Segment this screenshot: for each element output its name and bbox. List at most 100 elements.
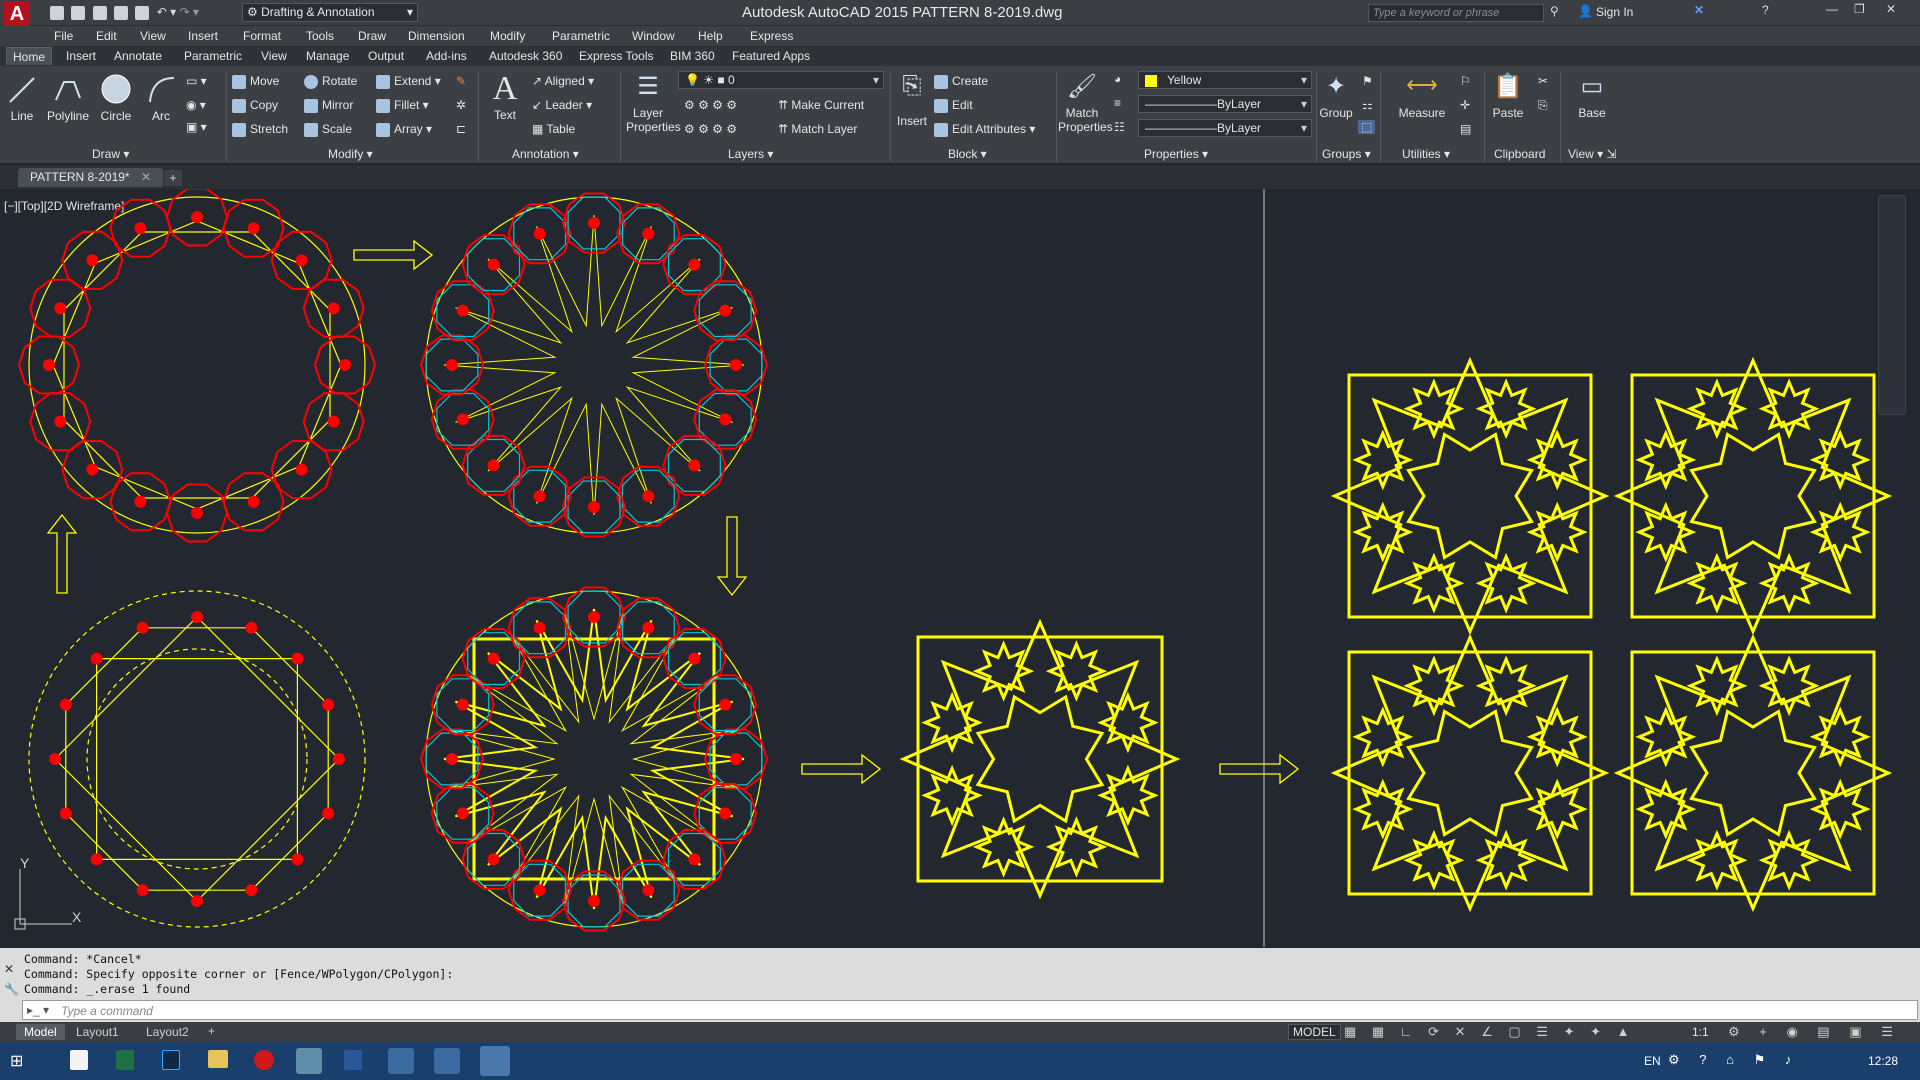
arc-button[interactable]: Arc (146, 72, 176, 123)
user-icon[interactable]: 👤 (1578, 4, 1593, 18)
new-tab-button[interactable]: + (164, 170, 182, 186)
calculator-icon[interactable]: ▤ (1460, 122, 1471, 136)
array-button[interactable]: Array ▾ (376, 122, 432, 137)
make-current-button[interactable]: ⇈ Make Current (778, 98, 864, 112)
region-icon[interactable]: ▣ ▾ (186, 120, 207, 134)
chrome-icon[interactable] (388, 1048, 414, 1074)
lineweight-dropdown[interactable]: ——————ByLayer (1138, 95, 1312, 113)
menu-modify[interactable]: Modify (490, 29, 525, 43)
view-panel-label[interactable]: View ▾ ⇲ (1568, 147, 1617, 161)
table-button[interactable]: ▦ Table (532, 122, 575, 136)
circle-button[interactable]: Circle (98, 72, 134, 123)
layer-properties-button[interactable]: ☰ Layer Properties (626, 72, 681, 134)
menu-parametric[interactable]: Parametric (552, 29, 610, 43)
ungroup-icon[interactable]: ⚑ (1362, 74, 1373, 88)
group-edit-icon[interactable]: ⚏ (1362, 98, 1373, 112)
annotation-scale[interactable]: 1:1 (1692, 1025, 1709, 1039)
mirror-button[interactable]: Mirror (304, 98, 353, 113)
status-toggles[interactable]: ▦ ▦ ∟ ⟳ ✕ ∠ ▢ ☰ ✦ ✦ ▲ (1344, 1024, 1635, 1040)
layer-dropdown[interactable]: 💡 ☀ ■ 0 (678, 71, 884, 89)
edit-block-button[interactable]: Edit (934, 98, 973, 113)
folder-icon[interactable] (208, 1050, 228, 1068)
undo-icon[interactable]: ↶ ▾ (157, 5, 176, 19)
groups-panel-label[interactable]: Groups ▾ (1322, 147, 1371, 161)
menu-tools[interactable]: Tools (306, 29, 334, 43)
menu-draw[interactable]: Draw (358, 29, 386, 43)
language-indicator[interactable]: EN (1644, 1054, 1661, 1068)
navigation-bar[interactable] (1878, 195, 1906, 415)
excel-icon[interactable] (116, 1050, 134, 1070)
tab-express-tools[interactable]: Express Tools (579, 49, 653, 63)
move-button[interactable]: Move (232, 74, 279, 89)
measure-button[interactable]: ⟷ Measure (1392, 72, 1452, 120)
erase-icon[interactable]: ✎ (456, 74, 466, 88)
insert-block-button[interactable]: ⎘ Insert (894, 72, 930, 128)
cut-icon[interactable]: ✂ (1538, 74, 1548, 88)
extend-button[interactable]: Extend ▾ (376, 74, 441, 89)
tray-icons[interactable]: ⚙ ? ⌂ ⚑ ♪ (1668, 1052, 1799, 1068)
quick-select-icon[interactable]: ⚐ (1460, 74, 1471, 88)
file-explorer-icon[interactable] (70, 1050, 88, 1070)
polyline-button[interactable]: Polyline (44, 72, 92, 123)
edit-attributes-button[interactable]: Edit Attributes ▾ (934, 122, 1035, 137)
command-input[interactable]: ▸_ ▾ Type a command (22, 1000, 1918, 1020)
menu-window[interactable]: Window (632, 29, 675, 43)
command-settings-icon[interactable]: 🔧 (4, 982, 19, 996)
tab-bim360[interactable]: BIM 360 (670, 49, 715, 63)
sketchup-icon[interactable] (296, 1048, 322, 1074)
offset-icon[interactable]: ⊏ (456, 122, 466, 136)
menu-express[interactable]: Express (750, 29, 793, 43)
linetype-dropdown[interactable]: ——————ByLayer (1138, 119, 1312, 137)
layer-tools-row2[interactable]: ⚙ ⚙ ⚙ ⚙ (684, 122, 737, 136)
block-panel-label[interactable]: Block ▾ (948, 147, 987, 161)
menu-format[interactable]: Format (243, 29, 281, 43)
tab-manage[interactable]: Manage (306, 49, 349, 63)
scale-button[interactable]: Scale (304, 122, 352, 137)
add-layout-icon[interactable]: + (208, 1024, 215, 1038)
saveas-icon[interactable] (114, 5, 129, 20)
sign-in-button[interactable]: Sign In (1596, 5, 1633, 19)
layer-tools-row1[interactable]: ⚙ ⚙ ⚙ ⚙ (684, 98, 737, 112)
menu-help[interactable]: Help (698, 29, 723, 43)
command-close-icon[interactable]: ✕ (4, 962, 14, 976)
utilities-panel-label[interactable]: Utilities ▾ (1402, 147, 1450, 161)
drawing-canvas[interactable]: [−][Top][2D Wireframe] Y X (0, 189, 1920, 947)
aligned-button[interactable]: ↗ Aligned ▾ (532, 74, 594, 88)
paste-button[interactable]: 📋 Paste (1490, 72, 1526, 120)
save-icon[interactable] (92, 5, 107, 20)
tab-parametric[interactable]: Parametric (184, 49, 242, 63)
tab-layout2[interactable]: Layout2 (146, 1025, 189, 1039)
menu-edit[interactable]: Edit (96, 29, 117, 43)
help-icon[interactable]: ? (1762, 3, 1769, 17)
status-right-icons[interactable]: ⚙ + ◉ ▤ ▣ ☰ (1728, 1024, 1901, 1040)
new-icon[interactable] (50, 5, 64, 20)
group-button[interactable]: ✦ Group (1318, 72, 1354, 120)
hatch-icon[interactable]: ◉ ▾ (186, 98, 206, 112)
tab-output[interactable]: Output (368, 49, 404, 63)
minimize-button[interactable]: — (1826, 2, 1838, 16)
tab-view[interactable]: View (261, 49, 287, 63)
tab-addins[interactable]: Add-ins (426, 49, 467, 63)
color-dropdown[interactable]: Yellow (1138, 71, 1312, 89)
point-icon[interactable]: ✛ (1460, 98, 1470, 112)
annotation-panel-label[interactable]: Annotation ▾ (512, 147, 579, 161)
autocad-logo-icon[interactable]: A (4, 2, 30, 26)
match-layer-button[interactable]: ⇈ Match Layer (778, 122, 857, 136)
document-tab[interactable]: PATTERN 8-2019* ✕ (18, 168, 163, 187)
workspace-dropdown[interactable]: ⚙ Drafting & Annotation ▾ (242, 3, 418, 22)
tab-home[interactable]: Home (6, 47, 53, 65)
fillet-button[interactable]: Fillet ▾ (376, 98, 429, 113)
clipboard-panel-label[interactable]: Clipboard (1494, 147, 1545, 161)
rectangle-icon[interactable]: ▭ ▾ (186, 74, 207, 88)
draw-panel-label[interactable]: Draw ▾ (92, 147, 129, 161)
menu-view[interactable]: View (140, 29, 166, 43)
binoculars-icon[interactable]: ⚲ (1550, 4, 1559, 18)
menu-file[interactable]: File (54, 29, 73, 43)
opera-icon[interactable] (254, 1050, 274, 1070)
tab-model[interactable]: Model (16, 1024, 65, 1040)
exchange-icon[interactable]: ✕ (1694, 3, 1704, 17)
print-icon[interactable] (135, 5, 150, 20)
tab-featured-apps[interactable]: Featured Apps (732, 49, 810, 63)
copy-clip-icon[interactable]: ⎘ (1538, 98, 1548, 113)
model-space-button[interactable]: MODEL (1288, 1024, 1341, 1040)
